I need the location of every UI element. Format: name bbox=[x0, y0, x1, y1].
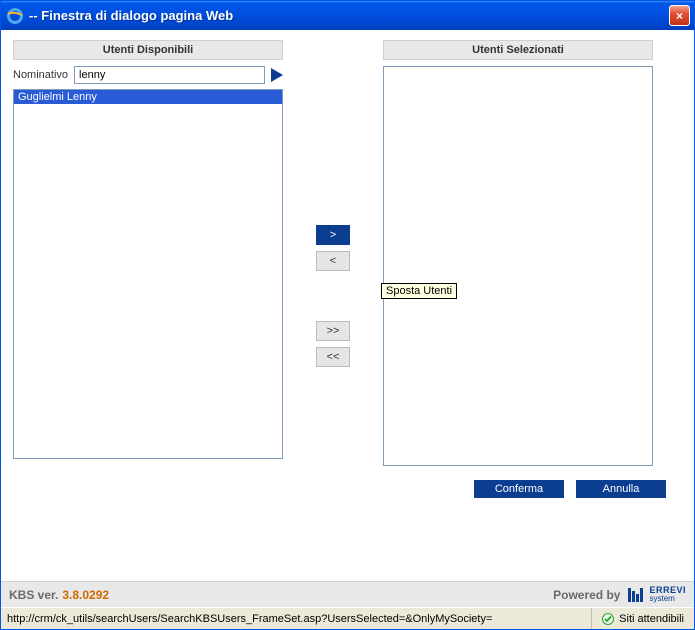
brand-logo: ERREVI system bbox=[628, 586, 686, 603]
list-item[interactable]: Guglielmi Lenny bbox=[14, 90, 282, 104]
zone-label: Siti attendibili bbox=[619, 613, 684, 625]
client-area: Utenti Disponibili Nominativo Guglielmi … bbox=[1, 30, 694, 629]
product-label: KBS ver. bbox=[9, 588, 58, 602]
dialog-window: -- Finestra di dialogo pagina Web × Uten… bbox=[0, 0, 695, 630]
status-url: http://crm/ck_utils/searchUsers/SearchKB… bbox=[1, 608, 592, 629]
available-listbox[interactable]: Guglielmi Lenny bbox=[13, 89, 283, 459]
available-panel: Utenti Disponibili Nominativo Guglielmi … bbox=[13, 40, 283, 459]
content: Utenti Disponibili Nominativo Guglielmi … bbox=[1, 30, 694, 581]
columns: Utenti Disponibili Nominativo Guglielmi … bbox=[13, 40, 682, 466]
close-button[interactable]: × bbox=[669, 5, 690, 26]
ie-icon bbox=[7, 8, 23, 24]
search-go-button[interactable] bbox=[271, 68, 283, 82]
search-label: Nominativo bbox=[13, 69, 68, 81]
version-label: 3.8.0292 bbox=[62, 588, 109, 602]
selected-listbox[interactable] bbox=[383, 66, 653, 466]
close-icon: × bbox=[676, 9, 683, 23]
available-header: Utenti Disponibili bbox=[13, 40, 283, 60]
cancel-button[interactable]: Annulla bbox=[576, 480, 666, 498]
selected-panel: Utenti Selezionati bbox=[383, 40, 653, 466]
security-zone: Siti attendibili bbox=[592, 613, 694, 625]
search-row: Nominativo bbox=[13, 66, 283, 84]
action-row: Conferma Annulla bbox=[13, 466, 682, 498]
move-left-button[interactable]: < bbox=[316, 251, 350, 271]
selected-header: Utenti Selezionati bbox=[383, 40, 653, 60]
window-title: -- Finestra di dialogo pagina Web bbox=[29, 8, 669, 23]
confirm-button[interactable]: Conferma bbox=[474, 480, 564, 498]
footer: KBS ver. 3.8.0292 Powered by ERREVI syst… bbox=[1, 581, 694, 607]
search-input[interactable] bbox=[74, 66, 265, 84]
move-right-button[interactable]: > bbox=[316, 225, 350, 245]
statusbar: http://crm/ck_utils/searchUsers/SearchKB… bbox=[1, 607, 694, 629]
titlebar: -- Finestra di dialogo pagina Web × bbox=[1, 1, 694, 30]
tooltip: Sposta Utenti bbox=[381, 283, 457, 299]
brand-bottom: system bbox=[649, 595, 686, 603]
logo-lines-icon bbox=[628, 588, 646, 602]
powered-by-label: Powered by bbox=[553, 588, 620, 602]
check-icon bbox=[602, 613, 614, 625]
move-all-right-button[interactable]: >> bbox=[316, 321, 350, 341]
move-all-left-button[interactable]: << bbox=[316, 347, 350, 367]
transfer-controls: > < >> << bbox=[283, 40, 383, 367]
